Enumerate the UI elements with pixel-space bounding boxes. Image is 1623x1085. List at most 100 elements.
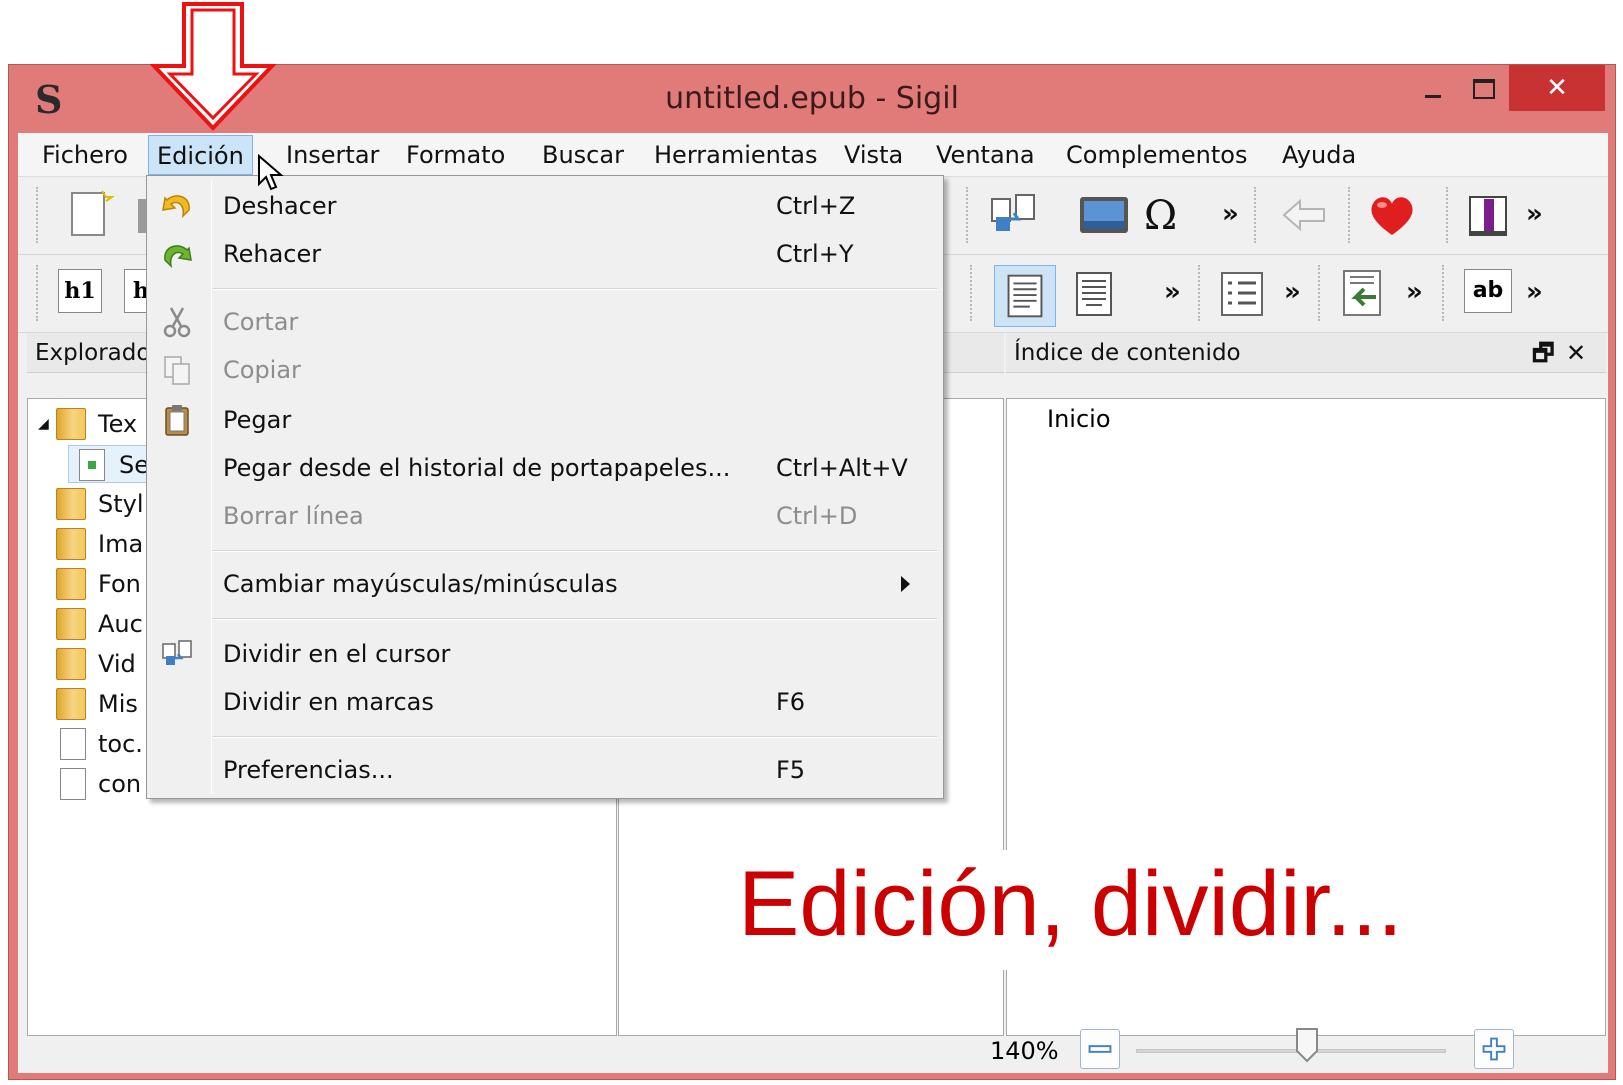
menu-buscar[interactable]: Buscar bbox=[534, 135, 632, 175]
zoom-slider-thumb[interactable] bbox=[1295, 1027, 1319, 1063]
toolbar-overflow-button[interactable]: » bbox=[1222, 199, 1239, 229]
menu-complementos[interactable]: Complementos bbox=[1058, 135, 1255, 175]
toolbar-overflow-button[interactable]: » bbox=[1284, 277, 1301, 307]
info-icon[interactable] bbox=[1462, 189, 1514, 241]
toolbar-grip[interactable] bbox=[1348, 187, 1352, 243]
menu-item-label: Pegar bbox=[223, 406, 292, 434]
minimize-button[interactable] bbox=[1409, 65, 1455, 111]
zoom-in-button[interactable] bbox=[1474, 1029, 1514, 1069]
menu-formato[interactable]: Formato bbox=[398, 135, 513, 175]
toolbar-overflow-button[interactable]: » bbox=[1406, 277, 1423, 307]
redo-icon bbox=[164, 245, 192, 269]
menu-separator bbox=[213, 550, 937, 552]
toolbar-grip[interactable] bbox=[1254, 187, 1258, 243]
menu-item-label: Cambiar mayúsculas/minúsculas bbox=[223, 570, 618, 598]
menu-herramientas[interactable]: Herramientas bbox=[646, 135, 825, 175]
submenu-arrow-icon bbox=[901, 576, 910, 592]
menu-item-label: Cortar bbox=[223, 308, 299, 336]
toolbar-overflow-button[interactable]: » bbox=[1526, 277, 1543, 307]
toolbar-grip[interactable] bbox=[1318, 265, 1322, 321]
menu-item-shortcut: F6 bbox=[776, 688, 806, 716]
h1-icon[interactable]: h1 bbox=[58, 269, 102, 313]
undo-icon bbox=[162, 195, 190, 219]
folder-icon bbox=[56, 488, 86, 520]
list-icon[interactable] bbox=[1216, 269, 1268, 321]
heart-icon[interactable] bbox=[1366, 189, 1418, 241]
toolbar-grip[interactable] bbox=[970, 265, 974, 321]
paste-icon bbox=[165, 405, 189, 436]
menu-item-pegar[interactable]: Pegar bbox=[147, 398, 943, 444]
zoom-out-button[interactable] bbox=[1080, 1029, 1120, 1069]
tree-item-label: Se bbox=[119, 451, 149, 479]
menu-item-borrar-linea[interactable]: Borrar línea Ctrl+D bbox=[147, 494, 943, 540]
menu-item-cortar[interactable]: Cortar bbox=[147, 300, 943, 346]
file-icon bbox=[60, 768, 86, 800]
edit-dropdown-menu: Deshacer Ctrl+Z Rehacer Ctrl+Y Cortar Co… bbox=[146, 175, 944, 799]
zoom-slider-track[interactable] bbox=[1136, 1049, 1446, 1053]
folder-icon bbox=[56, 608, 86, 640]
align-left-icon[interactable] bbox=[994, 265, 1056, 327]
toc-entry[interactable]: Inicio bbox=[1047, 405, 1111, 433]
float-panel-icon[interactable]: 🗗 bbox=[1532, 333, 1555, 373]
close-panel-icon[interactable]: ✕ bbox=[1566, 333, 1586, 373]
menu-item-dividir-marcas[interactable]: Dividir en marcas F6 bbox=[147, 680, 943, 726]
tree-item-label: Tex bbox=[98, 410, 138, 438]
menu-item-preferencias[interactable]: Preferencias... F5 bbox=[147, 748, 943, 794]
toolbar-overflow-button[interactable]: » bbox=[1164, 277, 1181, 307]
menu-separator bbox=[213, 736, 937, 738]
toolbar-grip[interactable] bbox=[36, 187, 40, 243]
menu-item-shortcut: F5 bbox=[776, 756, 806, 784]
tree-item-label: Vid bbox=[98, 650, 136, 678]
new-file-icon[interactable] bbox=[62, 189, 114, 241]
menu-item-dividir-cursor[interactable]: Dividir en el cursor bbox=[147, 632, 943, 678]
toolbar-grip[interactable] bbox=[1442, 265, 1446, 321]
menu-separator bbox=[213, 288, 937, 290]
ab-icon[interactable]: ab bbox=[1464, 269, 1512, 313]
folder-icon bbox=[56, 408, 86, 440]
tree-item-label: toc. bbox=[98, 730, 143, 758]
menu-edicion[interactable]: Edición bbox=[148, 135, 253, 175]
menu-item-cambiar-mayusculas[interactable]: Cambiar mayúsculas/minúsculas bbox=[147, 562, 943, 608]
expand-arrow-icon[interactable]: ◢ bbox=[38, 405, 49, 443]
tree-item-label: Styl bbox=[98, 490, 144, 518]
toolbar-overflow-button[interactable]: » bbox=[1526, 199, 1543, 229]
folder-icon bbox=[56, 688, 86, 720]
close-button[interactable]: ✕ bbox=[1509, 65, 1605, 111]
toolbar-grip[interactable] bbox=[966, 187, 970, 243]
tree-item-label: Fon bbox=[98, 570, 141, 598]
menu-vista[interactable]: Vista bbox=[836, 135, 911, 175]
indent-icon[interactable] bbox=[1336, 267, 1388, 319]
toolbar-grip[interactable] bbox=[1446, 187, 1450, 243]
menu-ayuda[interactable]: Ayuda bbox=[1274, 135, 1364, 175]
tree-item-label: con bbox=[98, 770, 142, 798]
menu-item-rehacer[interactable]: Rehacer Ctrl+Y bbox=[147, 232, 943, 278]
menu-fichero[interactable]: Fichero bbox=[34, 135, 136, 175]
menu-item-label: Dividir en el cursor bbox=[223, 640, 451, 668]
annotation-arrow-icon bbox=[149, 2, 277, 131]
menu-item-label: Preferencias... bbox=[223, 756, 394, 784]
menu-item-label: Deshacer bbox=[223, 192, 337, 220]
toc-title: Índice de contenido bbox=[1014, 340, 1241, 366]
folder-icon bbox=[56, 648, 86, 680]
menu-item-copiar[interactable]: Copiar bbox=[147, 348, 943, 394]
menu-item-shortcut: Ctrl+Z bbox=[776, 192, 856, 220]
split-icon[interactable] bbox=[988, 189, 1040, 241]
tree-item-label: Auc bbox=[98, 610, 143, 638]
menu-item-pegar-historial[interactable]: Pegar desde el historial de portapapeles… bbox=[147, 446, 943, 492]
tree-item-label: Mis bbox=[98, 690, 138, 718]
maximize-button[interactable] bbox=[1455, 65, 1507, 111]
copy-icon bbox=[164, 356, 190, 385]
toolbar-grip[interactable] bbox=[36, 265, 40, 321]
omega-icon[interactable]: Ω bbox=[1144, 193, 1177, 239]
split-icon bbox=[162, 640, 192, 665]
menu-item-label: Borrar línea bbox=[223, 502, 364, 530]
align-center-icon[interactable] bbox=[1068, 269, 1120, 321]
menu-ventana[interactable]: Ventana bbox=[928, 135, 1043, 175]
menu-separator bbox=[213, 618, 937, 620]
back-arrow-icon[interactable] bbox=[1278, 189, 1330, 241]
insert-image-icon[interactable] bbox=[1078, 189, 1130, 241]
menu-item-label: Copiar bbox=[223, 356, 301, 384]
folder-icon bbox=[56, 528, 86, 560]
menu-insertar[interactable]: Insertar bbox=[278, 135, 387, 175]
toolbar-grip[interactable] bbox=[1198, 265, 1202, 321]
